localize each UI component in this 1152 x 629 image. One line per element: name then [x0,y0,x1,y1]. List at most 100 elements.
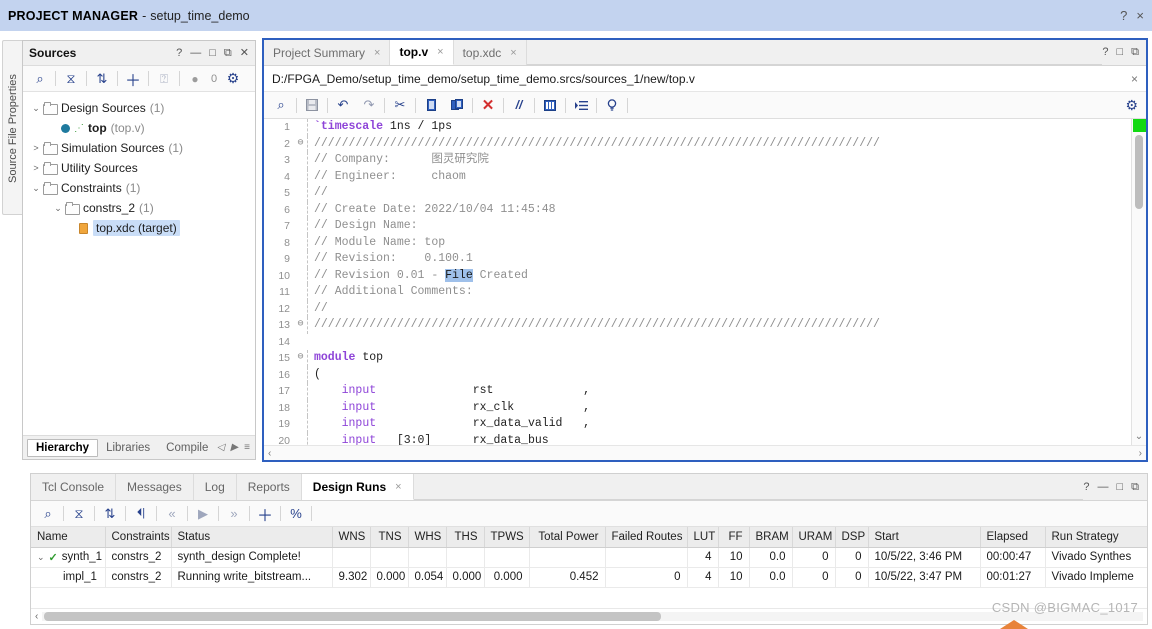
help-icon[interactable]: ? [1120,8,1127,23]
column-header[interactable]: WHS [408,527,447,548]
code-line[interactable]: 19 input rx_data_valid , [264,416,1131,433]
column-header[interactable]: Elapsed [980,527,1046,548]
tip-icon[interactable] [599,93,625,117]
maximize-icon[interactable]: □ [209,47,216,59]
close-icon[interactable]: × [1131,72,1138,86]
editor-vertical-scrollbar[interactable]: ⌃ ⌄ [1131,119,1146,445]
scroll-right-icon[interactable]: ▶ [230,442,238,453]
cut-icon[interactable]: ✂ [387,93,413,117]
next-run-icon[interactable]: » [221,502,247,526]
table-row[interactable]: impl_1 constrs_2 Running write_bitstream..… [31,567,1147,588]
column-header[interactable]: WNS [332,527,371,548]
copy-icon[interactable] [418,93,444,117]
code-line[interactable]: 5 // [264,185,1131,202]
tree-item-constrs-2[interactable]: ⌄ constrs_2 (1) [29,198,255,218]
table-row[interactable]: ⌄ ✓ synth_1 constrs_2 synth_design Complete!… [31,547,1147,568]
column-header[interactable]: FF [718,527,750,548]
code-line[interactable]: 1 `timescale 1ns / 1ps [264,119,1131,136]
chevron-down-icon[interactable]: ⌄ [29,103,43,114]
scroll-right-icon[interactable]: › [1139,448,1142,459]
scroll-left-icon[interactable]: ‹ [268,448,271,459]
tab-menu-icon[interactable]: ≡ [244,442,250,453]
minimize-icon[interactable]: — [1097,481,1108,493]
code-line[interactable]: 4 // Engineer: chaom [264,168,1131,185]
code-line[interactable]: 6 // Create Date: 2022/10/04 11:45:48 [264,201,1131,218]
tab-reports[interactable]: Reports [237,474,302,500]
scrollbar-track[interactable] [42,612,1143,621]
close-icon[interactable]: ✕ [240,47,249,59]
report-icon[interactable]: ⍰ [151,67,177,91]
tab-design-runs[interactable]: Design Runs × [301,474,414,500]
find-icon[interactable]: ⌕ [268,93,294,117]
code-line[interactable]: 2 ⊖ //////////////////////////////////////… [264,135,1131,153]
tab-compile-order[interactable]: Compile [158,440,216,456]
column-header[interactable]: Start [868,527,981,548]
maximize-icon[interactable]: □ [1116,481,1123,493]
column-header[interactable]: URAM [792,527,836,548]
float-icon[interactable]: ⧉ [1131,47,1139,58]
code-line[interactable]: 9 // Revision: 0.100.1 [264,251,1131,268]
chevron-right-icon[interactable]: > [29,143,43,153]
run-name-cell[interactable]: impl_1 [31,567,106,588]
column-header[interactable]: Name [31,527,106,548]
tree-item-utility-sources[interactable]: > Utility Sources [29,158,255,178]
search-icon[interactable]: ⌕ [35,502,61,526]
scroll-left-icon[interactable]: ◁ [217,442,225,453]
tab-messages[interactable]: Messages [116,474,194,500]
column-header[interactable]: DSP [835,527,869,548]
settings-gear-icon[interactable]: ⚙ [220,67,246,91]
tree-item-top-v[interactable]: ⋰ top (top.v) [29,118,255,138]
code-line[interactable]: 10 // Revision 0.01 - File Created [264,267,1131,284]
code-line[interactable]: 3 // Company: 图灵研究院 [264,152,1131,169]
add-run-icon[interactable]: ＋ [252,502,278,526]
column-header[interactable]: TPWS [484,527,530,548]
float-icon[interactable]: ⧉ [1131,481,1139,493]
close-icon[interactable]: × [1136,8,1144,23]
maximize-icon[interactable]: □ [1116,47,1123,58]
previous-run-icon[interactable]: « [159,502,185,526]
indent-icon[interactable] [568,93,594,117]
settings-gear-icon[interactable]: ⚙ [1125,98,1138,112]
close-icon[interactable]: × [437,46,443,58]
minimize-icon[interactable]: — [190,47,201,59]
tab-log[interactable]: Log [194,474,237,500]
code-line[interactable]: 12 // [264,300,1131,317]
percent-icon[interactable]: % [283,502,309,526]
comment-icon[interactable]: // [506,93,532,117]
chevron-down-icon[interactable]: ⌄ [37,552,45,563]
close-icon[interactable]: × [395,481,401,493]
run-icon[interactable]: ▶ [190,502,216,526]
tab-libraries[interactable]: Libraries [98,440,158,456]
search-icon[interactable]: ⌕ [27,67,53,91]
column-header[interactable]: Constraints [105,527,172,548]
help-icon[interactable]: ? [1102,47,1108,58]
tree-item-simulation-sources[interactable]: > Simulation Sources (1) [29,138,255,158]
tab-project-summary[interactable]: Project Summary × [264,40,391,65]
tab-hierarchy[interactable]: Hierarchy [27,438,99,457]
editor-horizontal-scrollbar[interactable]: ‹ › [264,445,1146,460]
code-line[interactable]: 15 ⊖ module top [264,350,1131,367]
tab-top-v[interactable]: top.v × [390,40,454,65]
expand-all-icon[interactable]: ⇅ [89,67,115,91]
insert-template-icon[interactable] [537,93,563,117]
chevron-right-icon[interactable]: > [29,163,43,173]
column-header[interactable]: LUT [687,527,719,548]
column-header[interactable]: TNS [370,527,409,548]
scrollbar-thumb[interactable] [44,612,661,621]
paste-icon[interactable] [444,93,470,117]
fold-toggle-icon[interactable]: ⊖ [294,136,307,153]
tree-item-design-sources[interactable]: ⌄ Design Sources (1) [29,98,255,118]
chevron-down-icon[interactable]: ⌄ [51,203,65,214]
chevron-down-icon[interactable]: ⌄ [29,183,43,194]
column-header[interactable]: Run Strategy [1045,527,1147,548]
code-line[interactable]: 20 input [3:0] rx_data_bus [264,432,1131,445]
expand-all-icon[interactable]: ⇅ [97,502,123,526]
column-header[interactable]: THS [446,527,485,548]
code-line[interactable]: 18 input rx_clk , [264,399,1131,416]
fold-toggle-icon[interactable]: ⊖ [294,317,307,334]
code-line[interactable]: 13 ⊖ /////////////////////////////////////… [264,317,1131,334]
tree-item-constraints[interactable]: ⌄ Constraints (1) [29,178,255,198]
column-header[interactable]: BRAM [749,527,793,548]
column-header[interactable]: Status [171,527,333,548]
code-line[interactable]: 16 ( [264,366,1131,383]
